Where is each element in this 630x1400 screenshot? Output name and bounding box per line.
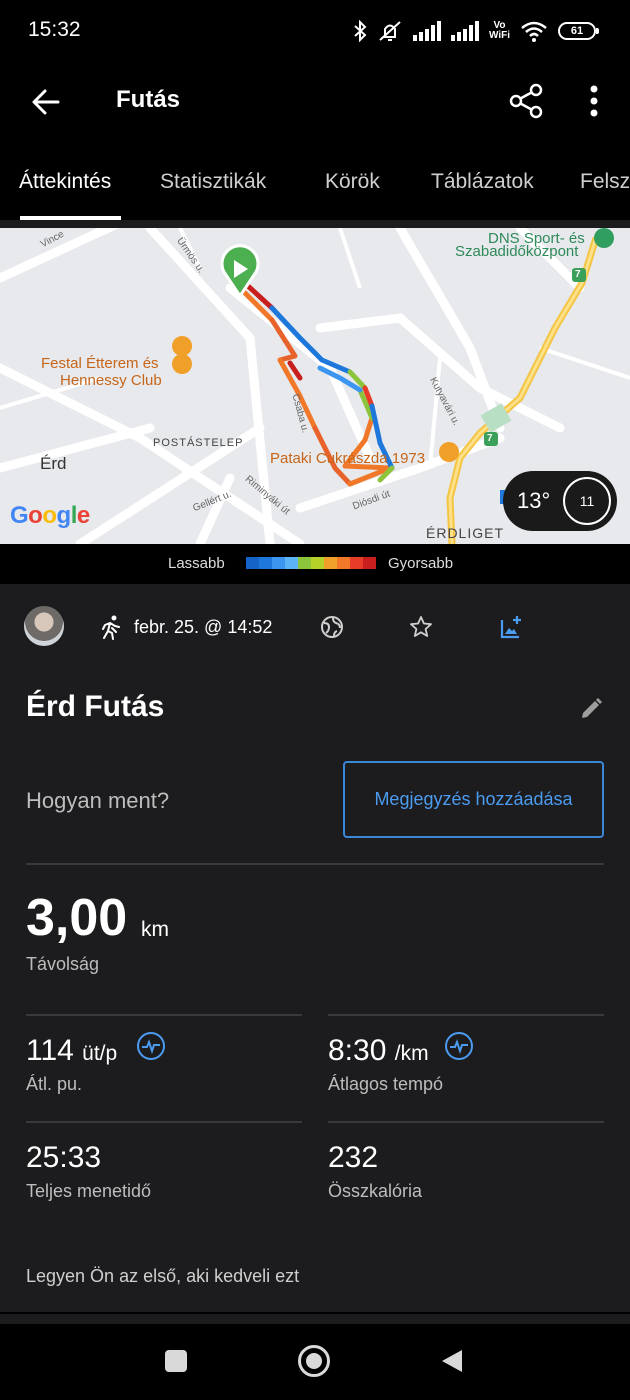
heart-rate-chart-icon[interactable] [137, 1032, 165, 1060]
wifi-icon [521, 21, 547, 42]
back-arrow-icon[interactable] [26, 82, 66, 122]
map-label-postastelep: POSTÁSTELEP [153, 437, 244, 449]
weather-widget[interactable]: 13° 11 [503, 471, 617, 531]
status-bar: 15:32 Vo WiFi 61 [0, 0, 630, 62]
page-title: Futás [116, 86, 181, 113]
tab-laps[interactable]: Körök [325, 170, 380, 194]
map-label-erdliget: ÉRDLIGET [426, 525, 505, 541]
heart-rate-label: Átl. pu. [26, 1074, 83, 1094]
avatar[interactable] [24, 606, 64, 646]
add-note-button[interactable]: Megjegyzés hozzáadása [343, 761, 604, 838]
map-label-festal-1: Festal Étterem és [41, 355, 159, 372]
legend-faster: Gyorsabb [388, 555, 454, 572]
battery-level: 61 [570, 25, 584, 37]
road-number-7b: 7 [487, 433, 493, 444]
recents-button[interactable] [165, 1350, 187, 1372]
star-icon[interactable] [408, 614, 434, 640]
nav-back-icon[interactable] [440, 1348, 464, 1374]
route-map[interactable]: Vince Ürmös u. DNS Sport- és Szabadidőkö… [0, 228, 630, 544]
divider [26, 863, 604, 865]
tab-overview[interactable]: Áttekintés [19, 170, 111, 194]
restaurant-poi-icon [172, 336, 193, 376]
heart-rate-value-group: 114 üt/p [26, 1034, 117, 1068]
pace-unit: /km [394, 1042, 429, 1065]
pace-gradient-segment [285, 557, 298, 569]
map-label-festal-2: Hennessy Club [60, 372, 162, 389]
bluetooth-icon [354, 20, 367, 42]
legend-slower: Lassabb [168, 555, 225, 572]
home-button[interactable] [298, 1345, 330, 1377]
share-icon[interactable] [506, 80, 548, 122]
pace-gradient-segment [350, 557, 363, 569]
signal-icon [412, 21, 441, 41]
edit-pencil-icon[interactable] [578, 696, 604, 722]
divider [0, 1312, 630, 1314]
heart-rate-unit: üt/p [82, 1042, 118, 1065]
mute-vibrate-icon [379, 21, 401, 41]
activity-title: Érd Futás [26, 690, 165, 723]
total-time-label: Teljes menetidő [26, 1181, 152, 1201]
pace-gradient-segment [311, 557, 324, 569]
pace-legend: Lassabb Gyorsabb [0, 544, 630, 584]
tab-statistics[interactable]: Statisztikák [160, 170, 266, 194]
likes-text[interactable]: Legyen Ön az első, aki kedveli ezt [26, 1266, 299, 1287]
total-time-value: 25:33 [26, 1141, 102, 1174]
wind-speed: 11 [579, 493, 595, 509]
tab-more[interactable]: Felsz [580, 170, 630, 194]
pace-gradient-bar [246, 557, 376, 569]
wind-compass-icon: 11 [563, 477, 611, 525]
distance-label: Távolság [26, 954, 100, 974]
pace-gradient-segment [298, 557, 311, 569]
status-icons: Vo WiFi 61 [353, 16, 599, 46]
pace-value: 8:30 [328, 1034, 387, 1067]
app-bar: Futás [0, 62, 630, 144]
battery-icon: 61 [558, 22, 599, 40]
calories-value: 232 [328, 1141, 379, 1174]
more-vertical-icon[interactable] [576, 80, 612, 122]
pace-value-group: 8:30 /km [328, 1034, 429, 1068]
divider [328, 1014, 604, 1016]
divider [26, 1121, 302, 1123]
divider [328, 1121, 604, 1123]
map-label-erd: Érd [40, 454, 67, 473]
status-time: 15:32 [28, 18, 81, 41]
vowifi-bottom-text: WiFi [488, 30, 510, 41]
tab-tables[interactable]: Táblázatok [431, 170, 534, 194]
pace-gradient-segment [337, 557, 350, 569]
distance-value: 3,00 [26, 889, 128, 947]
heart-rate-value: 114 [26, 1034, 74, 1067]
activity-summary: febr. 25. @ 14:52 Érd Futás Hogyan ment?… [0, 584, 630, 1324]
pace-label: Átlagos tempó [328, 1074, 444, 1094]
calories-label: Összkalória [328, 1181, 423, 1201]
activity-date: febr. 25. @ 14:52 [134, 617, 273, 637]
signal-icon [450, 21, 479, 41]
add-photo-icon[interactable] [498, 614, 524, 640]
pace-gradient-segment [363, 557, 376, 569]
tab-divider [0, 220, 630, 228]
temperature: 13° [517, 488, 551, 513]
map-label-pataki: Pataki Cukrászda 1973 [270, 450, 426, 467]
pace-gradient-segment [259, 557, 272, 569]
google-logo: Google [10, 502, 90, 529]
vowifi-icon: Vo WiFi [489, 21, 510, 41]
pace-gradient-segment [246, 557, 259, 569]
road-number-7a: 7 [575, 269, 581, 280]
how-did-it-go: Hogyan ment? [26, 788, 170, 813]
pace-gradient-segment [324, 557, 337, 569]
system-nav-bar [0, 1324, 630, 1400]
running-icon [102, 615, 120, 640]
globe-icon[interactable] [319, 614, 345, 640]
tab-bar: Áttekintés Statisztikák Körök Táblázatok… [0, 144, 630, 222]
pace-gradient-segment [272, 557, 285, 569]
pace-chart-icon[interactable] [445, 1032, 473, 1060]
divider [26, 1014, 302, 1016]
map-label-dns-2: Szabadidőközpont [455, 243, 579, 260]
distance-unit: km [141, 918, 169, 941]
